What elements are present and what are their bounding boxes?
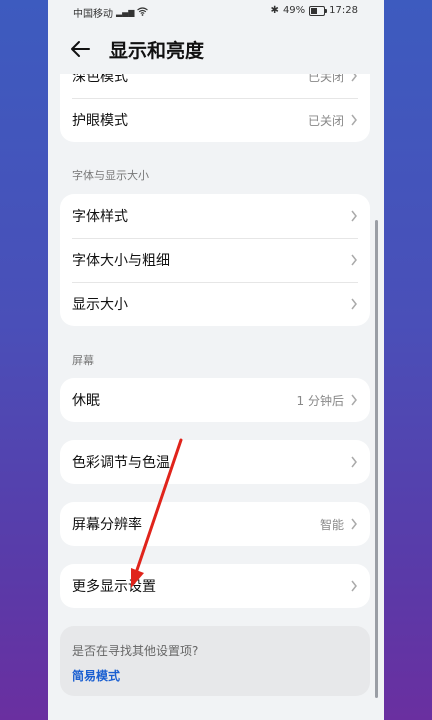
eye-comfort-row[interactable]: 护眼模式 已关闭 <box>60 98 370 142</box>
signal-icon: ▂▄▆ <box>116 8 135 17</box>
back-button[interactable] <box>68 36 94 62</box>
row-label: 字体样式 <box>72 209 128 225</box>
status-bar: 中国移动 ▂▄▆ ✱ 49% 17:28 <box>48 0 384 24</box>
font-card: 字体样式 字体大小与粗细 显示大小 <box>60 194 370 326</box>
display-mode-card: 深色模式 已关闭 护眼模式 已关闭 <box>60 74 370 142</box>
chevron-right-icon <box>351 456 357 468</box>
row-value: 智能 <box>319 517 344 532</box>
resolution-card: 屏幕分辨率 智能 <box>60 502 370 546</box>
more-display-card: 更多显示设置 <box>60 564 370 608</box>
display-size-row[interactable]: 显示大小 <box>60 282 370 326</box>
suggestion-card: 是否在寻找其他设置项? 简易模式 <box>60 626 370 696</box>
font-size-row[interactable]: 字体大小与粗细 <box>60 238 370 282</box>
bluetooth-icon: ✱ <box>270 5 279 16</box>
row-label: 显示大小 <box>72 297 128 313</box>
chevron-right-icon <box>351 518 357 530</box>
color-temperature-row[interactable]: 色彩调节与色温 <box>60 440 370 484</box>
section-label-font: 字体与显示大小 <box>72 169 149 182</box>
simple-mode-link[interactable]: 简易模式 <box>72 667 120 684</box>
chevron-right-icon <box>351 74 357 82</box>
battery-percent: 49% <box>282 5 306 16</box>
page-title: 显示和亮度 <box>109 40 205 62</box>
color-card: 色彩调节与色温 <box>60 440 370 484</box>
row-value: 已关闭 <box>307 113 344 128</box>
phone-screen: 中国移动 ▂▄▆ ✱ 49% 17:28 显示和亮度 深色模式 已关闭 护眼模式… <box>48 0 384 720</box>
header: 显示和亮度 <box>48 24 384 74</box>
row-label: 休眠 <box>72 393 100 409</box>
chevron-right-icon <box>351 254 357 266</box>
dark-mode-row[interactable]: 深色模式 已关闭 <box>60 74 370 98</box>
clock: 17:28 <box>329 5 358 16</box>
row-label: 屏幕分辨率 <box>72 517 142 533</box>
sleep-card: 休眠 1 分钟后 <box>60 378 370 422</box>
font-style-row[interactable]: 字体样式 <box>60 194 370 238</box>
row-label: 护眼模式 <box>72 113 128 129</box>
battery-icon <box>309 5 328 16</box>
row-label: 深色模式 <box>72 74 128 85</box>
chevron-right-icon <box>351 394 357 406</box>
sleep-row[interactable]: 休眠 1 分钟后 <box>60 378 370 422</box>
wifi-icon <box>137 6 149 19</box>
suggestion-question: 是否在寻找其他设置项? <box>72 644 199 658</box>
row-value: 已关闭 <box>307 74 344 84</box>
screen-resolution-row[interactable]: 屏幕分辨率 智能 <box>60 502 370 546</box>
more-display-settings-row[interactable]: 更多显示设置 <box>60 564 370 608</box>
chevron-right-icon <box>351 114 357 126</box>
settings-list[interactable]: 深色模式 已关闭 护眼模式 已关闭 字体与显示大小 字体样式 字体大小与粗细 显… <box>48 74 384 720</box>
section-label-screen: 屏幕 <box>72 354 94 367</box>
row-label: 更多显示设置 <box>72 579 156 595</box>
row-value: 1 分钟后 <box>296 393 344 408</box>
scrollbar[interactable] <box>375 220 378 698</box>
back-arrow-icon <box>71 41 90 57</box>
chevron-right-icon <box>351 298 357 310</box>
chevron-right-icon <box>351 580 357 592</box>
row-label: 色彩调节与色温 <box>72 455 170 471</box>
carrier-label: 中国移动 <box>73 9 113 20</box>
row-label: 字体大小与粗细 <box>72 253 170 269</box>
chevron-right-icon <box>351 210 357 222</box>
